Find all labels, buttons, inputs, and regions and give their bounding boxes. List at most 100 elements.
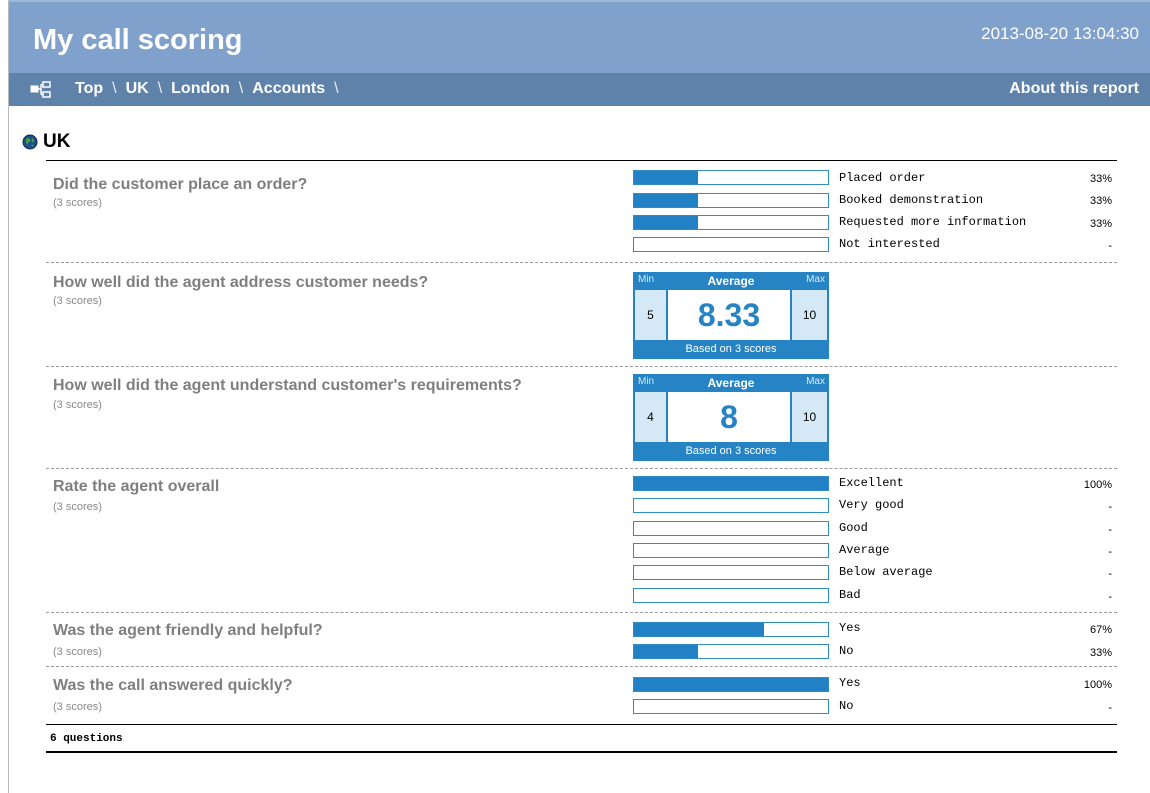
question-divider <box>46 612 1117 613</box>
answer-bar <box>633 699 829 714</box>
answer-bar-fill <box>634 216 699 229</box>
min-value: 4 <box>635 392 666 442</box>
max-value: 10 <box>792 290 827 340</box>
answer-percent: - <box>1108 591 1112 603</box>
answer-percent: 67% <box>1089 624 1112 636</box>
answer-bar-fill <box>634 645 699 658</box>
answer-percent: - <box>1108 568 1112 580</box>
breadcrumb-separator: \ <box>112 80 117 97</box>
answer-bar-fill <box>634 623 764 636</box>
breadcrumb-separator: \ <box>334 80 339 97</box>
answer-bar <box>633 677 829 692</box>
answer-bar-fill <box>634 678 828 691</box>
answer-bar <box>633 476 829 491</box>
question-title: Rate the agent overall <box>53 478 220 495</box>
report-timestamp: 2013-08-20 13:04:30 <box>981 24 1139 43</box>
breadcrumb-separator: \ <box>157 80 163 97</box>
answer-percent: - <box>1108 702 1112 714</box>
answer-label: Yes <box>839 621 861 635</box>
left-border <box>8 0 9 793</box>
answer-bar-fill <box>634 477 828 490</box>
breadcrumb: Top \ UK \ London \ Accounts \ <box>75 80 348 98</box>
max-label: Max <box>806 274 825 285</box>
question-divider <box>46 468 1117 469</box>
table-end-rule <box>46 724 1117 725</box>
question-score-count: (3 scores) <box>53 646 102 658</box>
breadcrumb-uk[interactable]: UK <box>126 80 149 97</box>
answer-label: Bad <box>839 588 861 602</box>
answer-bar-fill <box>634 171 699 184</box>
max-label: Max <box>806 376 825 387</box>
average-value: 8 <box>668 392 790 442</box>
answer-percent: 33% <box>1089 218 1112 230</box>
globe-icon <box>22 134 38 150</box>
score-summary-box: Min Average Max 5 8.33 10 Based on 3 sco… <box>633 272 829 359</box>
question-title: Did the customer place an order? <box>53 176 308 193</box>
breadcrumb-london[interactable]: London <box>171 80 230 97</box>
navigation-bar: Top \ UK \ London \ Accounts \ About this repor… <box>9 73 1150 106</box>
question-title: Was the agent friendly and helpful? <box>53 622 323 639</box>
answer-label: Not interested <box>839 237 940 251</box>
breadcrumb-separator: \ <box>238 80 244 97</box>
answer-label: No <box>839 644 854 658</box>
question-count: 6 questions <box>50 733 123 745</box>
answer-percent: - <box>1108 524 1112 536</box>
answer-percent: 33% <box>1089 195 1112 207</box>
question-title: How well did the agent understand custom… <box>53 377 522 394</box>
question-divider <box>46 262 1117 263</box>
answer-percent: 33% <box>1089 173 1112 185</box>
average-label: Average <box>707 376 755 390</box>
score-summary-box: Min Average Max 4 8 10 Based on 3 scores <box>633 374 829 461</box>
about-report-link[interactable]: About this report <box>1009 80 1139 98</box>
hierarchy-icon[interactable] <box>30 81 52 98</box>
question-score-count: (3 scores) <box>53 501 102 513</box>
answer-bar-fill <box>634 194 699 207</box>
answer-percent: - <box>1108 501 1112 513</box>
section-title: UK <box>43 131 71 152</box>
answer-label: Requested more information <box>839 215 1027 229</box>
answer-label: Good <box>839 521 868 535</box>
question-divider <box>46 666 1117 667</box>
max-value: 10 <box>792 392 827 442</box>
answer-label: Booked demonstration <box>839 193 984 207</box>
answer-label: No <box>839 699 854 713</box>
answer-label: Below average <box>839 565 933 579</box>
answer-label: Placed order <box>839 171 926 185</box>
answer-bar <box>633 498 829 513</box>
answer-bar <box>633 193 829 208</box>
section-rule <box>46 160 1117 161</box>
answer-bar <box>633 170 829 185</box>
based-on-text: Based on 3 scores <box>685 445 777 457</box>
answer-percent: 33% <box>1089 647 1112 659</box>
footer-rule <box>46 751 1117 753</box>
question-score-count: (3 scores) <box>53 295 102 307</box>
answer-bar <box>633 237 829 252</box>
answer-percent: 100% <box>1083 479 1112 491</box>
answer-label: Average <box>839 543 890 557</box>
question-score-count: (3 scores) <box>53 197 102 209</box>
answer-bar <box>633 543 829 558</box>
answer-bar <box>633 521 829 536</box>
average-value: 8.33 <box>668 290 790 340</box>
answer-bar <box>633 565 829 580</box>
answer-label: Yes <box>839 676 861 690</box>
answer-percent: - <box>1108 240 1112 252</box>
answer-bar <box>633 622 829 637</box>
answer-label: Very good <box>839 498 904 512</box>
answer-bar <box>633 215 829 230</box>
question-title: Was the call answered quickly? <box>53 677 293 694</box>
answer-bar <box>633 644 829 659</box>
question-title: How well did the agent address customer … <box>53 274 429 291</box>
answer-label: Excellent <box>839 476 904 490</box>
question-divider <box>46 366 1117 367</box>
report-header: My call scoring 2013-08-20 13:04:30 <box>9 0 1150 73</box>
question-score-count: (3 scores) <box>53 399 102 411</box>
based-on-text: Based on 3 scores <box>685 343 777 355</box>
answer-bar <box>633 588 829 603</box>
breadcrumb-top[interactable]: Top <box>75 80 103 97</box>
page-title: My call scoring <box>33 24 243 56</box>
question-score-count: (3 scores) <box>53 701 102 713</box>
breadcrumb-accounts[interactable]: Accounts <box>252 80 325 97</box>
average-label: Average <box>707 274 755 288</box>
answer-percent: 100% <box>1083 679 1112 691</box>
